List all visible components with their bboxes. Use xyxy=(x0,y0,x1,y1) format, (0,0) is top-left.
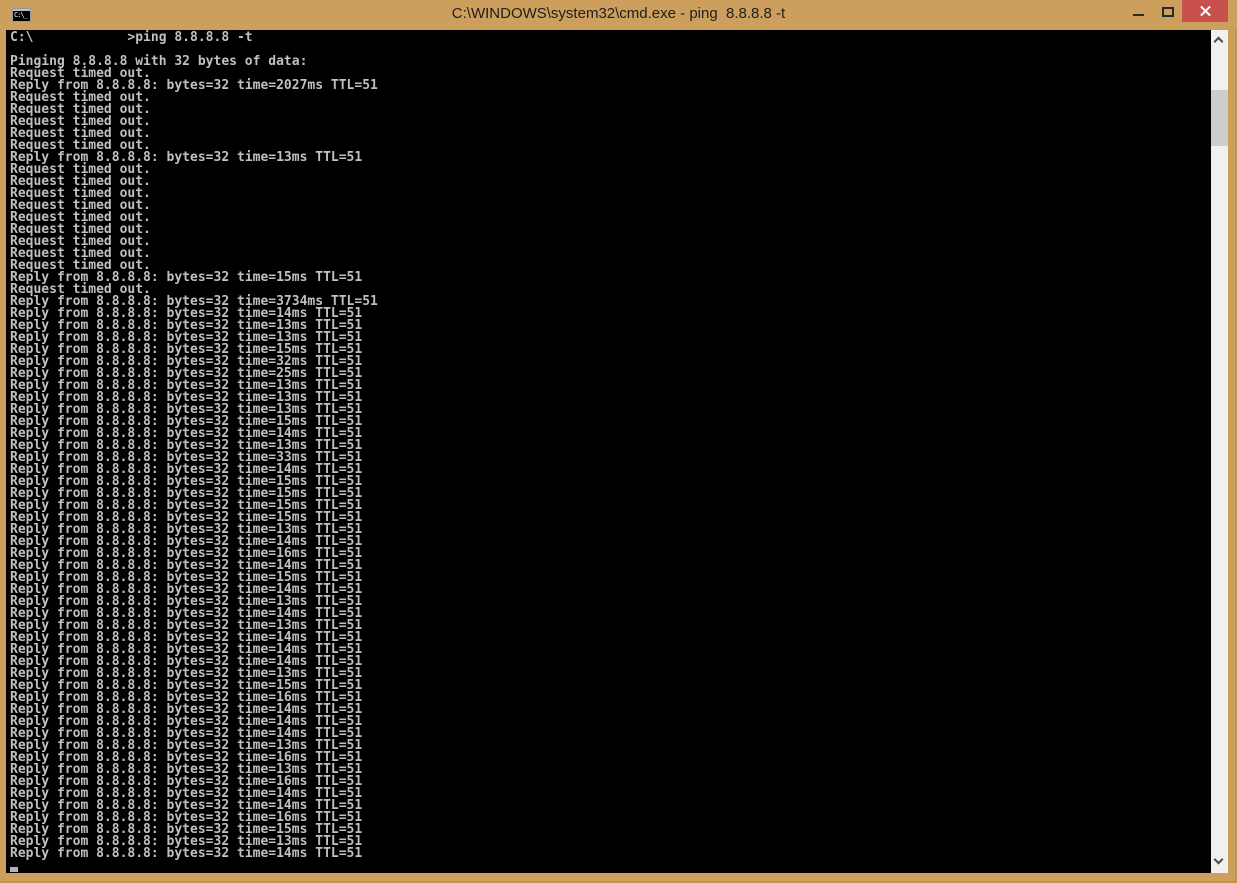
terminal-line: Reply from 8.8.8.8: bytes=32 time=2027ms… xyxy=(10,80,1211,92)
chevron-down-icon xyxy=(1214,855,1224,865)
cmd-window: C:\_ C:\WINDOWS\system32\cmd.exe - ping … xyxy=(0,0,1237,883)
terminal-line: Request timed out. xyxy=(10,176,1211,188)
window-title: C:\WINDOWS\system32\cmd.exe - ping 8.8.8… xyxy=(0,0,1237,30)
maximize-icon xyxy=(1162,7,1174,17)
terminal-line: C:\ >ping 8.8.8.8 -t xyxy=(10,32,1211,44)
title-bar[interactable]: C:\_ C:\WINDOWS\system32\cmd.exe - ping … xyxy=(0,0,1237,30)
terminal-line: Request timed out. xyxy=(10,164,1211,176)
terminal-line: Request timed out. xyxy=(10,92,1211,104)
terminal-line: Request timed out. xyxy=(10,116,1211,128)
chevron-up-icon xyxy=(1214,37,1224,47)
terminal-output: C:\ >ping 8.8.8.8 -t Pinging 8.8.8.8 with… xyxy=(10,32,1211,860)
terminal-line: Request timed out. xyxy=(10,224,1211,236)
close-button[interactable] xyxy=(1182,0,1228,22)
scrollbar-thumb[interactable] xyxy=(1211,90,1228,146)
vertical-scrollbar[interactable] xyxy=(1211,30,1228,873)
terminal-line: Reply from 8.8.8.8: bytes=32 time=13ms T… xyxy=(10,152,1211,164)
terminal-line: Request timed out. xyxy=(10,212,1211,224)
terminal-line: Reply from 8.8.8.8: bytes=32 time=15ms T… xyxy=(10,272,1211,284)
terminal-line: Request timed out. xyxy=(10,236,1211,248)
scroll-up-button[interactable] xyxy=(1211,32,1228,49)
scroll-down-button[interactable] xyxy=(1211,854,1228,871)
close-icon xyxy=(1200,6,1211,17)
terminal-line: Request timed out. xyxy=(10,188,1211,200)
maximize-button[interactable] xyxy=(1153,0,1182,22)
terminal-line: Request timed out. xyxy=(10,248,1211,260)
terminal-screen[interactable]: C:\ >ping 8.8.8.8 -t Pinging 8.8.8.8 with… xyxy=(6,30,1211,873)
terminal-cursor xyxy=(10,867,18,872)
window-controls xyxy=(1124,0,1228,22)
minimize-button[interactable] xyxy=(1124,0,1153,22)
minimize-icon xyxy=(1133,14,1144,16)
terminal-line: Request timed out. xyxy=(10,200,1211,212)
terminal-line: Request timed out. xyxy=(10,104,1211,116)
terminal-line: Request timed out. xyxy=(10,128,1211,140)
terminal-line: Pinging 8.8.8.8 with 32 bytes of data: xyxy=(10,56,1211,68)
terminal-line: Reply from 8.8.8.8: bytes=32 time=14ms T… xyxy=(10,848,1211,860)
